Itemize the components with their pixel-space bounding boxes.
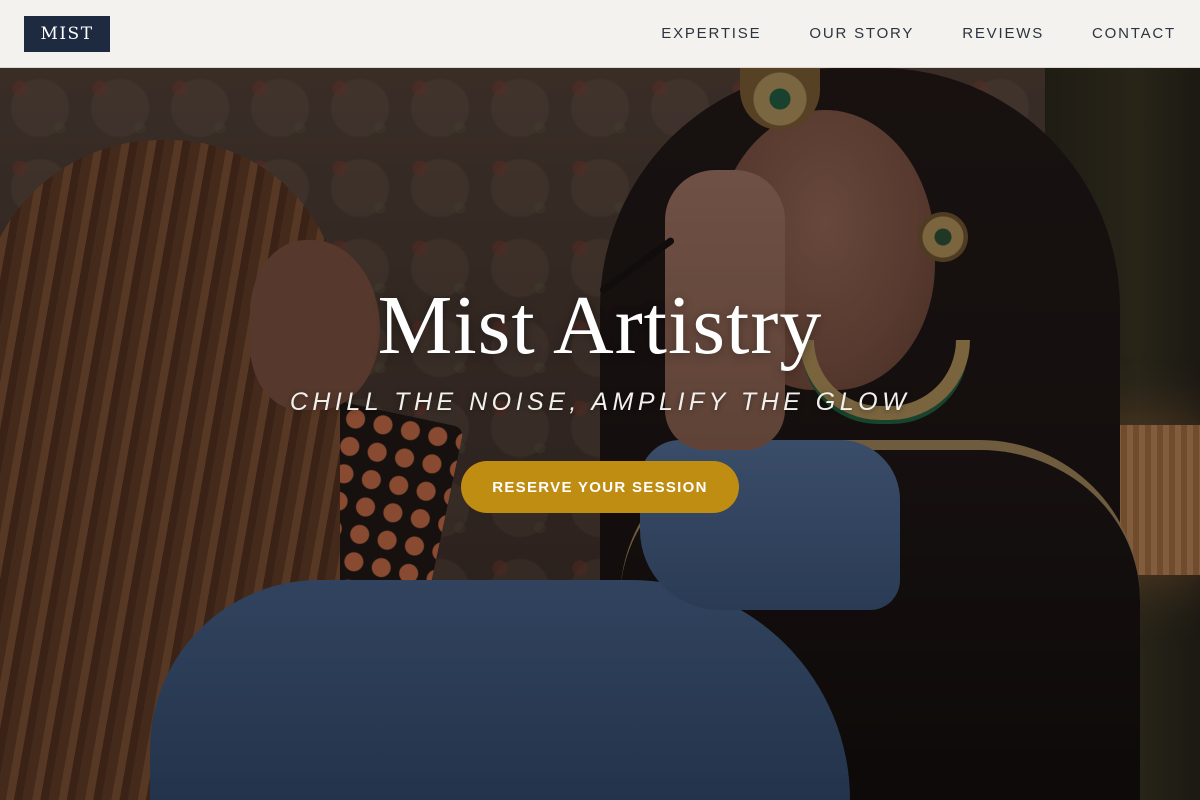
nav-link-our-story[interactable]: OUR STORY (809, 25, 914, 42)
nav-item: EXPERTISE (661, 25, 761, 43)
hero-tagline: CHILL THE NOISE, AMPLIFY THE GLOW (289, 388, 911, 417)
site-header: MIST EXPERTISE OUR STORY REVIEWS CONTACT (0, 0, 1200, 68)
logo[interactable]: MIST (24, 15, 110, 52)
nav-item: OUR STORY (809, 25, 914, 43)
nav-link-reviews[interactable]: REVIEWS (962, 25, 1044, 42)
main-nav: EXPERTISE OUR STORY REVIEWS CONTACT (661, 25, 1176, 43)
nav-link-expertise[interactable]: EXPERTISE (661, 25, 761, 42)
nav-list: EXPERTISE OUR STORY REVIEWS CONTACT (661, 25, 1176, 43)
hero-title: Mist Artistry (377, 279, 823, 372)
hero-content: Mist Artistry CHILL THE NOISE, AMPLIFY T… (0, 279, 1200, 514)
reserve-session-button[interactable]: RESERVE YOUR SESSION (461, 461, 739, 514)
nav-item: REVIEWS (962, 25, 1044, 43)
nav-link-contact[interactable]: CONTACT (1092, 25, 1176, 42)
nav-item: CONTACT (1092, 25, 1176, 43)
